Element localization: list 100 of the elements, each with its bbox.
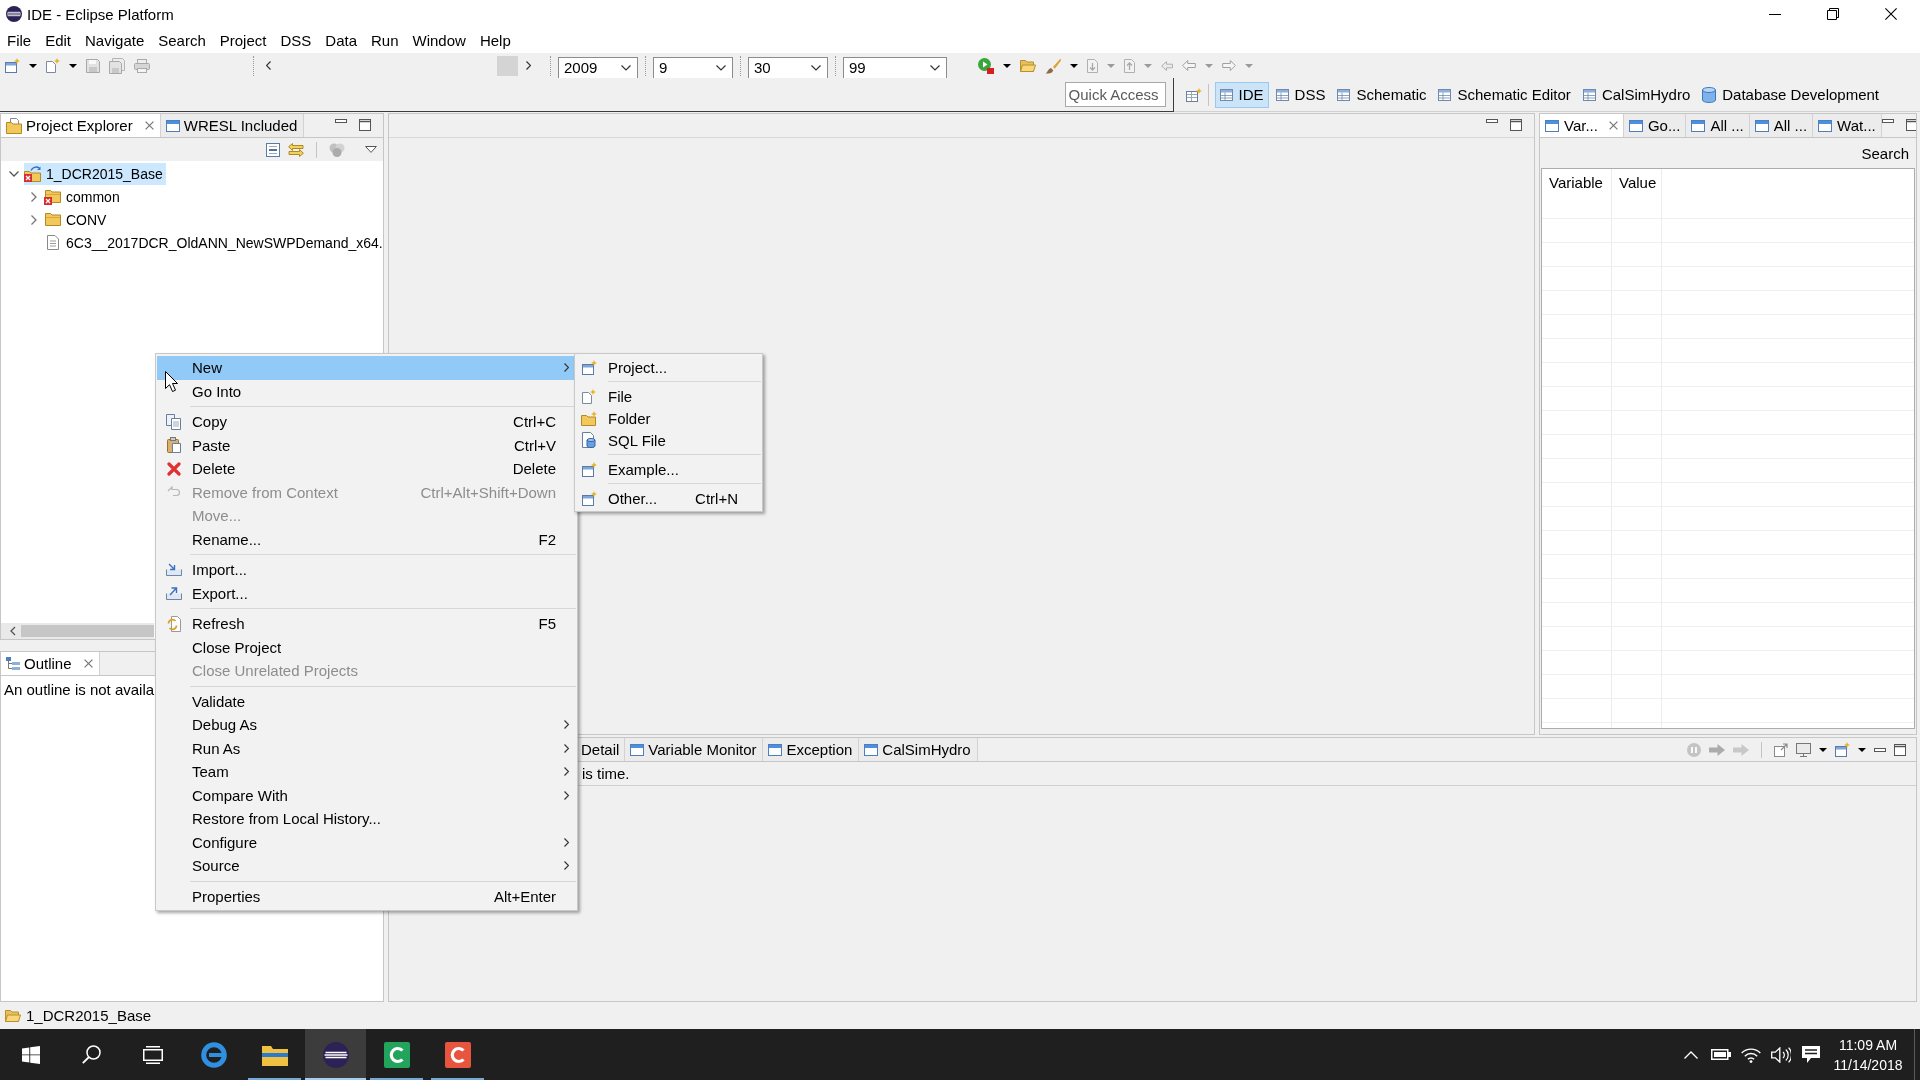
wifi-icon[interactable] — [1741, 1046, 1761, 1063]
open-perspective-icon[interactable] — [1185, 87, 1202, 102]
menu-item[interactable]: Project... — [576, 356, 761, 378]
maximize-icon[interactable] — [1905, 119, 1916, 131]
menu-item[interactable]: Import... — [157, 558, 576, 582]
caret-icon[interactable] — [1819, 747, 1827, 752]
menu-item[interactable]: New — [157, 356, 576, 380]
monitor-icon[interactable] — [1796, 742, 1811, 757]
minimize-icon[interactable] — [335, 119, 347, 123]
caret-icon[interactable] — [1858, 747, 1866, 752]
clock-date[interactable]: 11/14/2018 — [1833, 1054, 1903, 1075]
maximize-icon[interactable] — [359, 119, 371, 131]
collapse-all-icon[interactable] — [266, 142, 280, 157]
menu-item[interactable]: DSS — [273, 28, 319, 53]
new-file-icon[interactable] — [46, 58, 60, 73]
dropdown[interactable]: 9 — [653, 56, 733, 78]
swap-arrows-icon[interactable] — [288, 142, 304, 157]
perspective-button[interactable]: DSS — [1270, 81, 1331, 108]
pin-icon[interactable] — [1774, 742, 1788, 757]
minimize-icon[interactable] — [1874, 747, 1886, 752]
tab[interactable]: Outline — [1, 652, 100, 675]
tab[interactable]: Variable Monitor — [625, 738, 764, 761]
new-window-icon[interactable] — [5, 58, 20, 73]
tree-item[interactable]: 1_DCR2015_Base — [24, 162, 166, 185]
tab[interactable]: Go... — [1623, 114, 1687, 137]
perspective-button[interactable]: Schematic — [1332, 81, 1432, 108]
menu-item[interactable]: File — [576, 385, 761, 407]
dropdown[interactable]: 99 — [843, 56, 947, 78]
maximize-icon[interactable] — [1510, 119, 1522, 131]
menu-item[interactable]: Project — [212, 28, 274, 53]
menu-item[interactable]: Run As — [157, 736, 576, 760]
tab[interactable]: Exception — [763, 738, 860, 761]
open-folder-icon[interactable] — [1020, 59, 1036, 72]
menu-item[interactable]: Properties Alt+Enter — [157, 884, 576, 908]
menu-item[interactable]: Refresh F5 — [157, 612, 576, 636]
tree-item[interactable]: CONV — [44, 208, 110, 231]
perspective-button[interactable]: CalSimHydro — [1577, 81, 1696, 108]
new-window-icon[interactable] — [1835, 742, 1850, 757]
menu-item[interactable]: Debug As — [157, 713, 576, 737]
tab[interactable]: All ... — [1749, 114, 1814, 137]
minimize-icon[interactable] — [1486, 119, 1498, 123]
view-menu-icon[interactable] — [365, 146, 377, 153]
menu-item[interactable]: File — [0, 28, 39, 53]
column-header[interactable]: Value — [1612, 169, 1662, 195]
menu-item[interactable]: Delete Delete — [157, 457, 576, 481]
perspective-button[interactable]: Database Development — [1697, 81, 1884, 108]
menu-item[interactable]: Paste Ctrl+V — [157, 433, 576, 457]
tab[interactable]: Var... — [1540, 114, 1624, 137]
menu-item[interactable]: Search — [151, 28, 213, 53]
horizontal-scrollbar[interactable] — [1, 623, 154, 639]
menu-item[interactable]: Other... Ctrl+N — [576, 487, 761, 509]
close-icon[interactable] — [1608, 121, 1618, 130]
taskbar-button[interactable] — [305, 1029, 366, 1080]
tab[interactable]: Wat... — [1813, 114, 1882, 137]
perspective-button[interactable]: Schematic Editor — [1433, 81, 1576, 108]
dropdown[interactable]: 2009 — [558, 56, 638, 78]
caret-icon[interactable] — [1003, 63, 1011, 68]
chevron-up-icon[interactable] — [1684, 1050, 1698, 1059]
dropdown[interactable]: 30 — [748, 56, 828, 78]
menu-item[interactable]: Run — [364, 28, 406, 53]
search-button[interactable]: Search — [1861, 144, 1909, 162]
menu-item[interactable]: Copy Ctrl+C — [157, 410, 576, 434]
brush-icon[interactable] — [1045, 57, 1061, 74]
menu-item[interactable]: Configure — [157, 830, 576, 854]
close-icon[interactable] — [144, 121, 154, 130]
menu-item[interactable]: Edit — [38, 28, 79, 53]
maximize-icon[interactable] — [1894, 743, 1906, 756]
run-icon[interactable] — [978, 57, 994, 74]
menu-item[interactable]: Export... — [157, 581, 576, 605]
tree-item[interactable]: 6C3__2017DCR_OldANN_NewSWPDemand_x64. — [44, 231, 383, 254]
close-icon[interactable] — [83, 659, 93, 668]
menu-item[interactable]: Compare With — [157, 783, 576, 807]
tab[interactable]: WRESL Included — [160, 114, 305, 137]
tab[interactable]: All ... — [1686, 114, 1750, 137]
search-field[interactable]: Quick Access — [1064, 82, 1166, 107]
menu-item[interactable]: Source — [157, 854, 576, 878]
menu-item[interactable]: Validate — [157, 689, 576, 713]
menu-item[interactable]: Help — [472, 28, 518, 53]
battery-icon[interactable] — [1711, 1049, 1731, 1060]
menu-item[interactable]: Restore from Local History... — [157, 807, 576, 831]
column-header[interactable]: Variable — [1542, 169, 1612, 195]
volume-icon[interactable] — [1771, 1046, 1791, 1063]
tree-item[interactable]: common — [44, 185, 123, 208]
menu-item[interactable]: Navigate — [78, 28, 152, 53]
minimize-icon[interactable] — [1881, 119, 1894, 123]
menu-item[interactable]: Go Into — [157, 379, 576, 403]
chevron-left-icon[interactable] — [266, 61, 271, 70]
tab[interactable]: Project Explorer — [1, 114, 161, 137]
menu-item[interactable]: Example... — [576, 458, 761, 480]
menu-item[interactable]: SQL File — [576, 429, 761, 451]
clock-time[interactable]: 11:09 AM — [1838, 1034, 1898, 1055]
chevron-down-icon[interactable] — [9, 170, 19, 177]
tab[interactable]: CalSimHydro — [859, 738, 978, 761]
menu-item[interactable]: Close Project — [157, 635, 576, 659]
notification-icon[interactable] — [1802, 1046, 1820, 1063]
menu-item[interactable]: Window — [405, 28, 473, 53]
menu-item[interactable]: Team — [157, 760, 576, 784]
menu-item[interactable]: Data — [318, 28, 364, 53]
perspective-button[interactable]: IDE — [1214, 81, 1269, 108]
caret-icon[interactable] — [1070, 63, 1078, 68]
